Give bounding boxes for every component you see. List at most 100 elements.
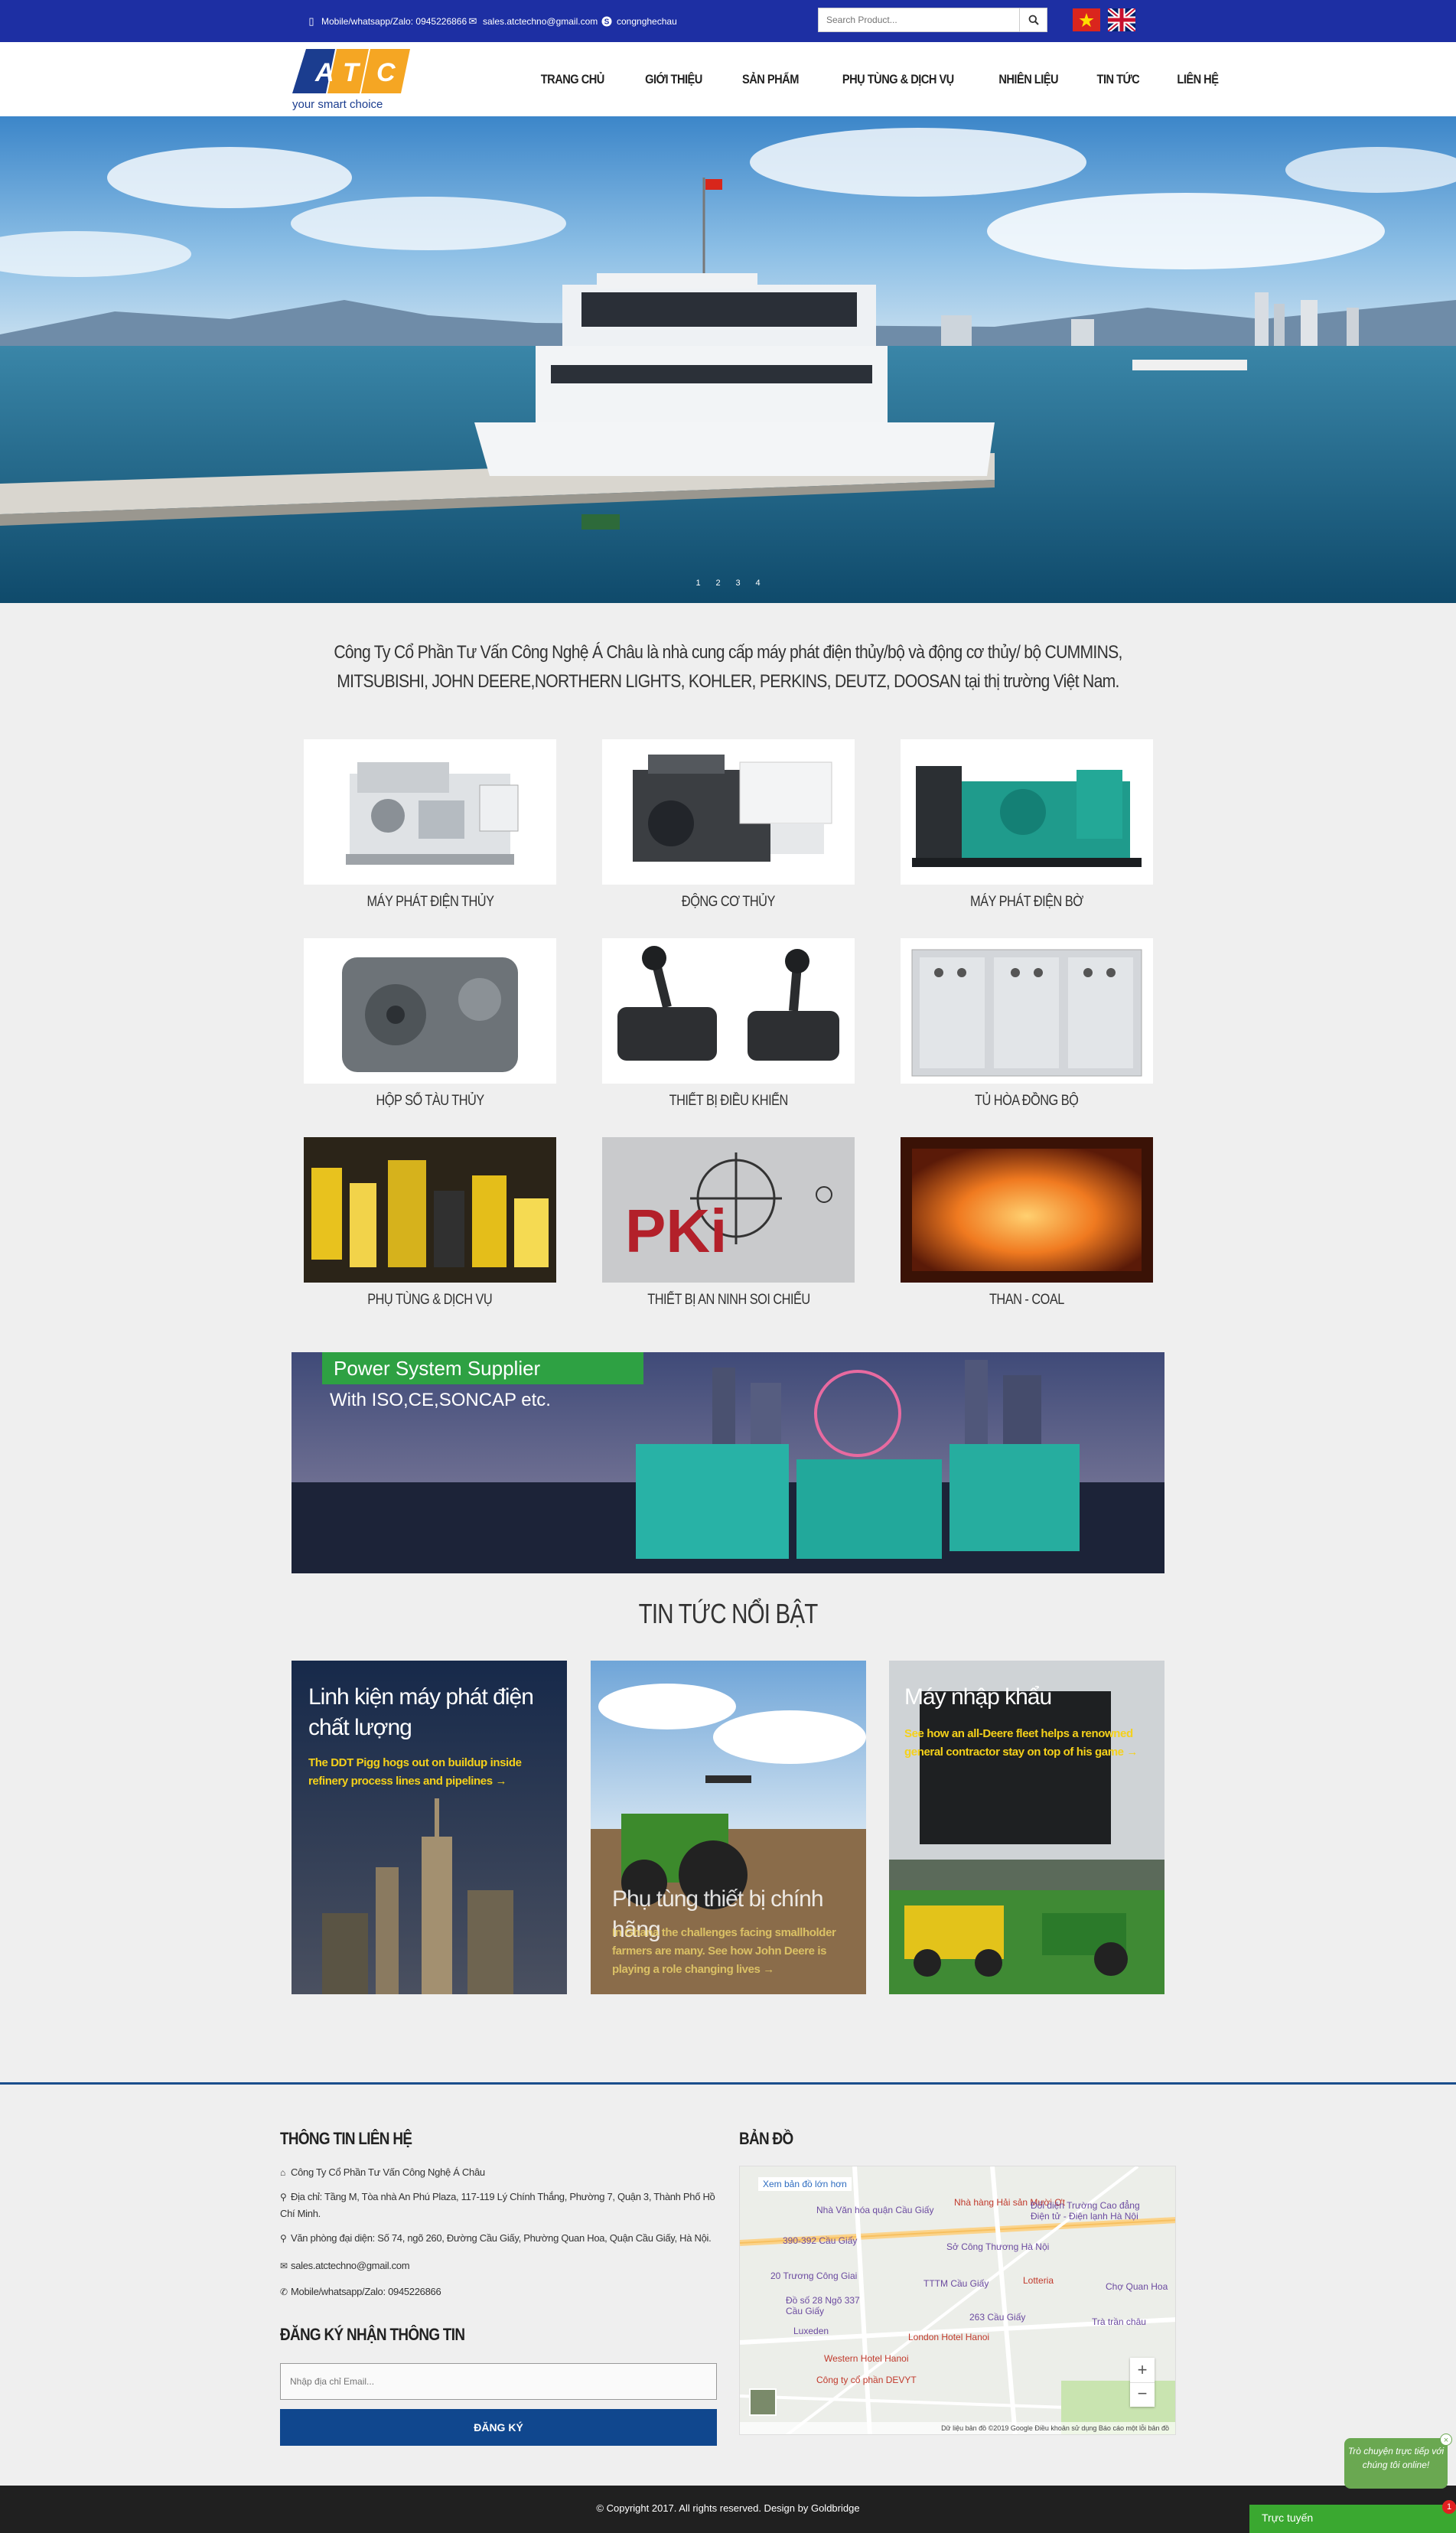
nav-item-news[interactable]: TIN TỨC <box>1084 72 1153 87</box>
map-label: Nhà Văn hóa quận Cầu Giấy <box>816 2205 934 2215</box>
hero-yacht-image <box>0 116 1456 603</box>
contact-phone[interactable]: ✆ Mobile/whatsapp/Zalo: 0945226866 <box>280 2284 716 2300</box>
hero-slider[interactable]: 1 2 3 4 <box>0 116 1456 603</box>
phone-text: Mobile/whatsapp/Zalo: 0945226866 <box>321 15 467 27</box>
product-image <box>304 739 556 885</box>
zoom-out-button[interactable]: − <box>1130 2382 1155 2407</box>
nav-item-fuel[interactable]: NHIÊN LIỆU <box>985 72 1071 87</box>
map-label: 20 Trương Công Giai <box>770 2271 858 2281</box>
product-card[interactable]: TỦ HÒA ĐỒNG BỘ <box>901 938 1153 1110</box>
pki-logo-text: PKi <box>625 1197 727 1265</box>
close-icon[interactable]: × <box>1440 2434 1452 2446</box>
product-title: THAN - COAL <box>989 1292 1064 1308</box>
bottom-bar: © Copyright 2017. All rights reserved. D… <box>0 2486 1456 2533</box>
email-text: sales.atctechno@gmail.com <box>483 15 598 27</box>
news-card[interactable]: Linh kiện máy phát điện chất lượng The D… <box>292 1661 567 1994</box>
contact-company: ⌂ Công Ty Cổ Phần Tư Vấn Công Nghệ Á Châu <box>280 2164 716 2181</box>
phone-contact[interactable]: ▯ Mobile/whatsapp/Zalo: 0945226866 <box>306 0 467 42</box>
product-title: THIẾT BỊ AN NINH SOI CHIẾU <box>647 1292 810 1308</box>
subscribe-button[interactable]: ĐĂNG KÝ <box>280 2409 717 2446</box>
logo-letter-t: T <box>343 58 361 87</box>
news-card[interactable]: Phụ tùng thiết bị chính hãng In Ghana th… <box>591 1661 866 1994</box>
map-label: Luxeden <box>793 2326 829 2336</box>
search-box <box>818 8 1047 32</box>
skype-contact[interactable]: S congnghechau <box>601 0 677 42</box>
google-map[interactable]: Xem bản đồ lớn hơn Nhà Văn hóa quận Cầu … <box>739 2166 1176 2435</box>
news-title[interactable]: Máy nhập khẩu <box>904 1682 1149 1713</box>
chat-greeting-bubble[interactable]: Trò chuyện trực tiếp với chúng tôi onlin… <box>1344 2434 1452 2489</box>
map-label: Trà trần châu <box>1092 2316 1146 2327</box>
map-label: Lotteria <box>1023 2275 1054 2286</box>
header: A T C your smart choice TRANG CHỦ GIỚI T… <box>0 42 1456 116</box>
search-button[interactable] <box>1019 8 1047 31</box>
home-icon: ⌂ <box>280 2167 285 2178</box>
footer-divider <box>0 2082 1456 2085</box>
contact-office: ⚲ Văn phòng đại diện: Số 74, ngõ 260, Đườ… <box>280 2230 716 2247</box>
map-marker-icon: ⚲ <box>280 2233 287 2244</box>
slider-dot-3[interactable]: 3 <box>734 579 743 588</box>
atc-logo[interactable]: A T C your smart choice <box>291 46 421 115</box>
news-summary: In Ghana the challenges facing smallhold… <box>612 1926 836 1976</box>
product-image <box>304 1137 556 1283</box>
map-larger-link[interactable]: Xem bản đồ lớn hơn <box>758 2177 852 2191</box>
slider-dot-2[interactable]: 2 <box>714 579 723 588</box>
subscribe-email-input[interactable] <box>281 2364 716 2399</box>
map-label: Đối diện Trường Cao đẳng Điện tử - Điện … <box>1031 2200 1140 2222</box>
product-card[interactable]: HỘP SỐ TÀU THỦY <box>304 938 556 1110</box>
nav-item-home[interactable]: TRANG CHỦ <box>528 72 617 87</box>
product-title: ĐỘNG CƠ THỦY <box>682 894 775 910</box>
news-heading: TIN TỨC NỔI BẬT <box>638 1598 819 1629</box>
nav-item-parts-services[interactable]: PHỤ TÙNG & DỊCH VỤ <box>829 72 967 87</box>
uk-flag-icon[interactable] <box>1108 8 1135 31</box>
product-image <box>901 938 1153 1084</box>
product-card[interactable]: THAN - COAL <box>901 1137 1153 1309</box>
envelope-icon: ✉ <box>280 2261 288 2271</box>
power-system-banner[interactable]: Power System Supplier With ISO,CE,SONCAP… <box>292 1352 1164 1573</box>
map-label: Đồ số 28 Ngõ 337 Cầu Giấy <box>786 2295 860 2316</box>
slider-dot-4[interactable]: 4 <box>754 579 763 588</box>
nav-item-about[interactable]: GIỚI THIỆU <box>631 72 715 87</box>
map-zoom-controls: + − <box>1130 2358 1155 2407</box>
nav-item-contact[interactable]: LIÊN HỆ <box>1164 72 1231 87</box>
chat-greeting-text: Trò chuyện trực tiếp với chúng tôi onlin… <box>1347 2446 1445 2470</box>
logo-mark: A T C <box>292 49 410 93</box>
map-label: 390-392 Cầu Giấy <box>783 2235 858 2246</box>
contact-email[interactable]: ✉ sales.atctechno@gmail.com <box>280 2258 716 2274</box>
product-title: TỦ HÒA ĐỒNG BỘ <box>975 1093 1079 1109</box>
search-icon <box>1028 15 1039 25</box>
satellite-toggle[interactable] <box>749 2388 777 2416</box>
contact-heading: THÔNG TIN LIÊN HỆ <box>280 2129 412 2148</box>
zoom-in-button[interactable]: + <box>1130 2358 1155 2382</box>
banner-image: Power System Supplier With ISO,CE,SONCAP… <box>292 1352 1164 1573</box>
chat-bar[interactable]: Trực tuyến 1 <box>1249 2500 1456 2533</box>
map-heading: BẢN ĐỒ <box>739 2129 793 2148</box>
nav-item-products[interactable]: SẢN PHẨM <box>728 72 811 87</box>
envelope-icon: ✉ <box>468 15 477 27</box>
news-card[interactable]: Máy nhập khẩu See how an all-Deere fleet… <box>889 1661 1164 1994</box>
map-label: TTTM Cầu Giấy <box>923 2278 989 2289</box>
news-title[interactable]: Linh kiện máy phát điện chất lượng <box>308 1682 553 1743</box>
product-image <box>602 739 855 885</box>
mobile-icon: ▯ <box>308 15 314 27</box>
product-card[interactable]: MÁY PHÁT ĐIỆN BỜ <box>901 739 1153 911</box>
vietnam-flag-icon[interactable] <box>1073 8 1100 31</box>
contact-address: ⚲ Địa chỉ: Tầng M, Tòa nhà An Phú Plaza, … <box>280 2189 716 2222</box>
map-label: Sở Công Thương Hà Nội <box>946 2241 1050 2252</box>
logo-letter-c: C <box>376 58 396 87</box>
search-input[interactable] <box>819 8 1019 31</box>
product-card[interactable]: ĐỘNG CƠ THỦY <box>602 739 855 911</box>
chat-unread-badge: 1 <box>1442 2500 1456 2514</box>
map-label: Chợ Quan Hoa <box>1106 2281 1168 2292</box>
slider-dot-1[interactable]: 1 <box>694 579 703 588</box>
product-card[interactable]: PKi THIẾT BỊ AN NINH SOI CHIẾU <box>602 1137 855 1309</box>
phone-icon: ✆ <box>280 2287 288 2297</box>
email-contact[interactable]: ✉ sales.atctechno@gmail.com <box>467 0 598 42</box>
product-title: MÁY PHÁT ĐIỆN THỦY <box>366 894 493 910</box>
svg-text:S: S <box>604 18 610 26</box>
map-label: Western Hotel Hanoi <box>824 2353 909 2364</box>
skype-icon: S <box>601 16 612 27</box>
product-card[interactable]: PHỤ TÙNG & DỊCH VỤ <box>304 1137 556 1309</box>
product-title: MÁY PHÁT ĐIỆN BỜ <box>970 894 1083 910</box>
product-card[interactable]: THIẾT BỊ ĐIỀU KHIỂN <box>602 938 855 1110</box>
product-card[interactable]: MÁY PHÁT ĐIỆN THỦY <box>304 739 556 911</box>
